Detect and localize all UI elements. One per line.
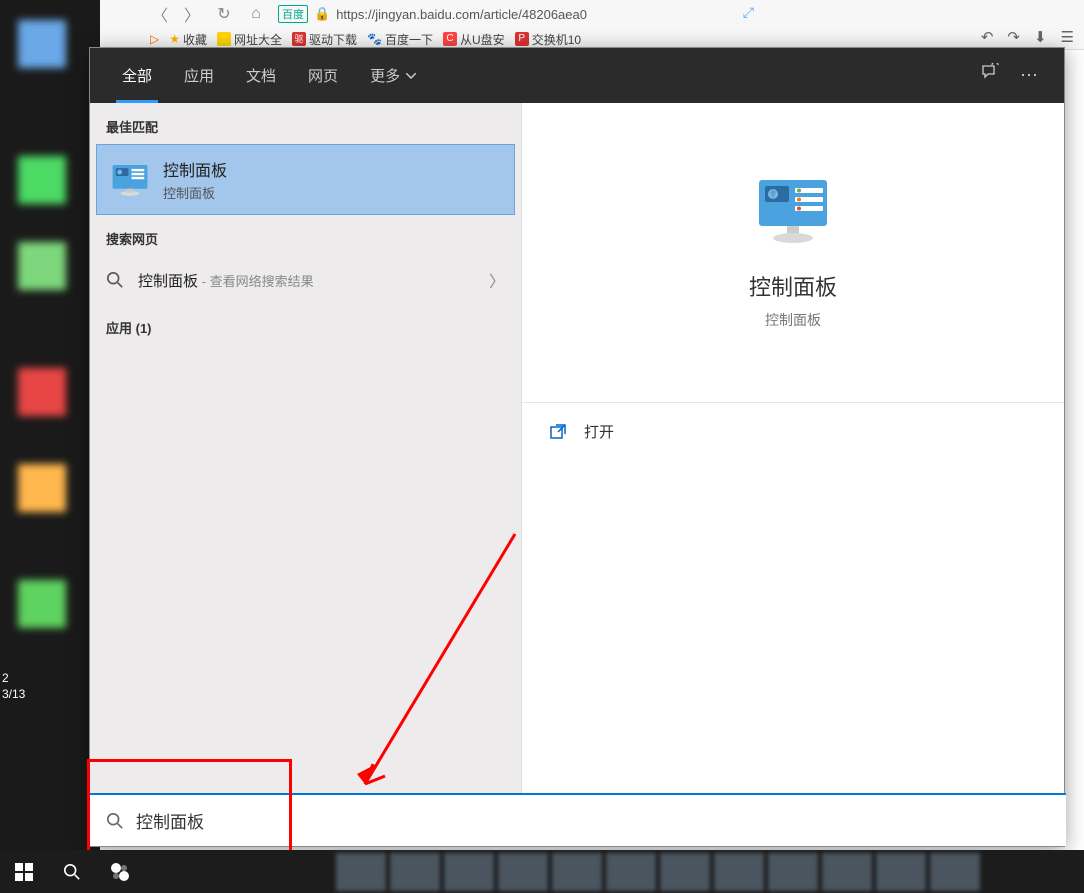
start-button[interactable] [0, 850, 48, 893]
desktop-icon[interactable] [18, 368, 66, 416]
chevron-down-icon [406, 73, 416, 79]
search-input-bar[interactable] [90, 793, 1066, 846]
preview-column: 控制面板 控制面板 打开 [522, 103, 1064, 793]
windows-search-panel: 全部 应用 文档 网页 更多 ⋯ 最佳匹配 [89, 47, 1065, 847]
lock-icon: 🔒 [314, 6, 330, 22]
browser-right-controls: ↶ ↷ ⬇ ☰ [981, 28, 1074, 46]
tab-all[interactable]: 全部 [106, 48, 168, 103]
tab-web[interactable]: 网页 [292, 48, 354, 103]
taskbar-app[interactable] [336, 853, 386, 891]
taskbar-app[interactable] [498, 853, 548, 891]
feedback-icon[interactable] [980, 63, 1000, 88]
bookmark-sitenav[interactable]: 网址大全 [217, 31, 282, 48]
sogou-icon [109, 861, 131, 883]
taskbar-app[interactable] [930, 853, 980, 891]
preview-header: 控制面板 控制面板 [522, 103, 1064, 403]
search-tab-bar: 全部 应用 文档 网页 更多 ⋯ [90, 48, 1064, 103]
desktop-icon[interactable] [18, 464, 66, 512]
cert-badge: 百度 [278, 5, 308, 23]
windows-icon [15, 863, 33, 881]
open-action[interactable]: 打开 [522, 403, 1064, 460]
bookmark-baidu[interactable]: 🐾百度一下 [367, 31, 433, 48]
browser-window-bg: 〈 〉 ↻ ⌂ 百度 🔒 https://jingyan.baidu.com/a… [0, 0, 1084, 50]
download-icon[interactable]: ⬇ [1034, 28, 1047, 46]
chevron-right-icon: 〉 [489, 268, 505, 292]
redo-icon[interactable]: ↷ [1007, 28, 1020, 46]
desktop-icon[interactable] [18, 242, 66, 290]
open-action-label: 打开 [584, 421, 614, 442]
tab-docs[interactable]: 文档 [230, 48, 292, 103]
tab-apps[interactable]: 应用 [168, 48, 230, 103]
browser-toolbar: 〈 〉 ↻ ⌂ 百度 🔒 https://jingyan.baidu.com/a… [0, 0, 1084, 28]
taskbar-app[interactable] [390, 853, 440, 891]
desktop-left-edge: 2 3/13 [0, 0, 100, 850]
menu-icon[interactable]: ☰ [1061, 28, 1074, 46]
search-icon [106, 271, 124, 289]
back-icon[interactable]: 〈 [150, 4, 170, 24]
undo-icon[interactable]: ↶ [981, 28, 994, 46]
best-match-header: 最佳匹配 [90, 103, 521, 144]
search-input[interactable] [136, 811, 1050, 831]
url-text: https://jingyan.baidu.com/article/48206a… [336, 7, 587, 22]
desktop-icon[interactable] [18, 20, 66, 68]
bookmark-usb[interactable]: C从U盘安 [443, 31, 505, 48]
home-icon[interactable]: ⌂ [246, 4, 266, 24]
best-match-subtitle: 控制面板 [163, 183, 227, 202]
search-panel-body: 最佳匹配 控制面板 控制面板 搜索网页 [90, 103, 1064, 793]
taskbar-app[interactable] [876, 853, 926, 891]
apps-header: 应用 (1) [90, 304, 521, 345]
web-search-item[interactable]: 控制面板 - 查看网络搜索结果 〉 [90, 256, 521, 304]
desktop-icon[interactable] [18, 156, 66, 204]
bookmark-expand-icon[interactable]: ▷ [150, 32, 159, 46]
bookmark-favorites[interactable]: ★收藏 [169, 31, 207, 48]
desktop-icon[interactable] [18, 580, 66, 628]
web-search-header: 搜索网页 [90, 215, 521, 256]
taskbar-app[interactable] [606, 853, 656, 891]
open-icon [550, 423, 568, 441]
results-column: 最佳匹配 控制面板 控制面板 搜索网页 [90, 103, 522, 793]
taskbar-search-button[interactable] [48, 850, 96, 893]
bookmark-driver[interactable]: 驱驱动下载 [292, 31, 357, 48]
bookmark-switch[interactable]: P交换机10 [515, 31, 581, 48]
search-icon [63, 863, 81, 881]
best-match-item[interactable]: 控制面板 控制面板 [96, 144, 515, 215]
more-options-icon[interactable]: ⋯ [1020, 65, 1038, 86]
control-panel-icon [755, 176, 831, 246]
tab-more[interactable]: 更多 [354, 48, 432, 103]
reload-icon[interactable]: ↻ [214, 4, 234, 24]
preview-title: 控制面板 [749, 270, 837, 302]
control-panel-icon [111, 161, 149, 199]
taskbar [0, 850, 1084, 893]
taskbar-app[interactable] [444, 853, 494, 891]
taskbar-app[interactable] [768, 853, 818, 891]
url-bar[interactable]: 百度 🔒 https://jingyan.baidu.com/article/4… [278, 5, 587, 23]
forward-icon[interactable]: 〉 [182, 4, 202, 24]
maximize-icon[interactable]: ⤢ [743, 4, 754, 21]
taskbar-app[interactable] [822, 853, 872, 891]
taskbar-app[interactable] [714, 853, 764, 891]
desktop-date: 2 3/13 [2, 670, 25, 702]
web-search-label: 控制面板 - 查看网络搜索结果 [138, 270, 475, 291]
preview-subtitle: 控制面板 [765, 310, 821, 330]
taskbar-app[interactable] [660, 853, 710, 891]
taskbar-app[interactable] [552, 853, 602, 891]
taskbar-app-sogou[interactable] [96, 850, 144, 893]
search-icon [106, 812, 124, 830]
best-match-title: 控制面板 [163, 157, 227, 181]
